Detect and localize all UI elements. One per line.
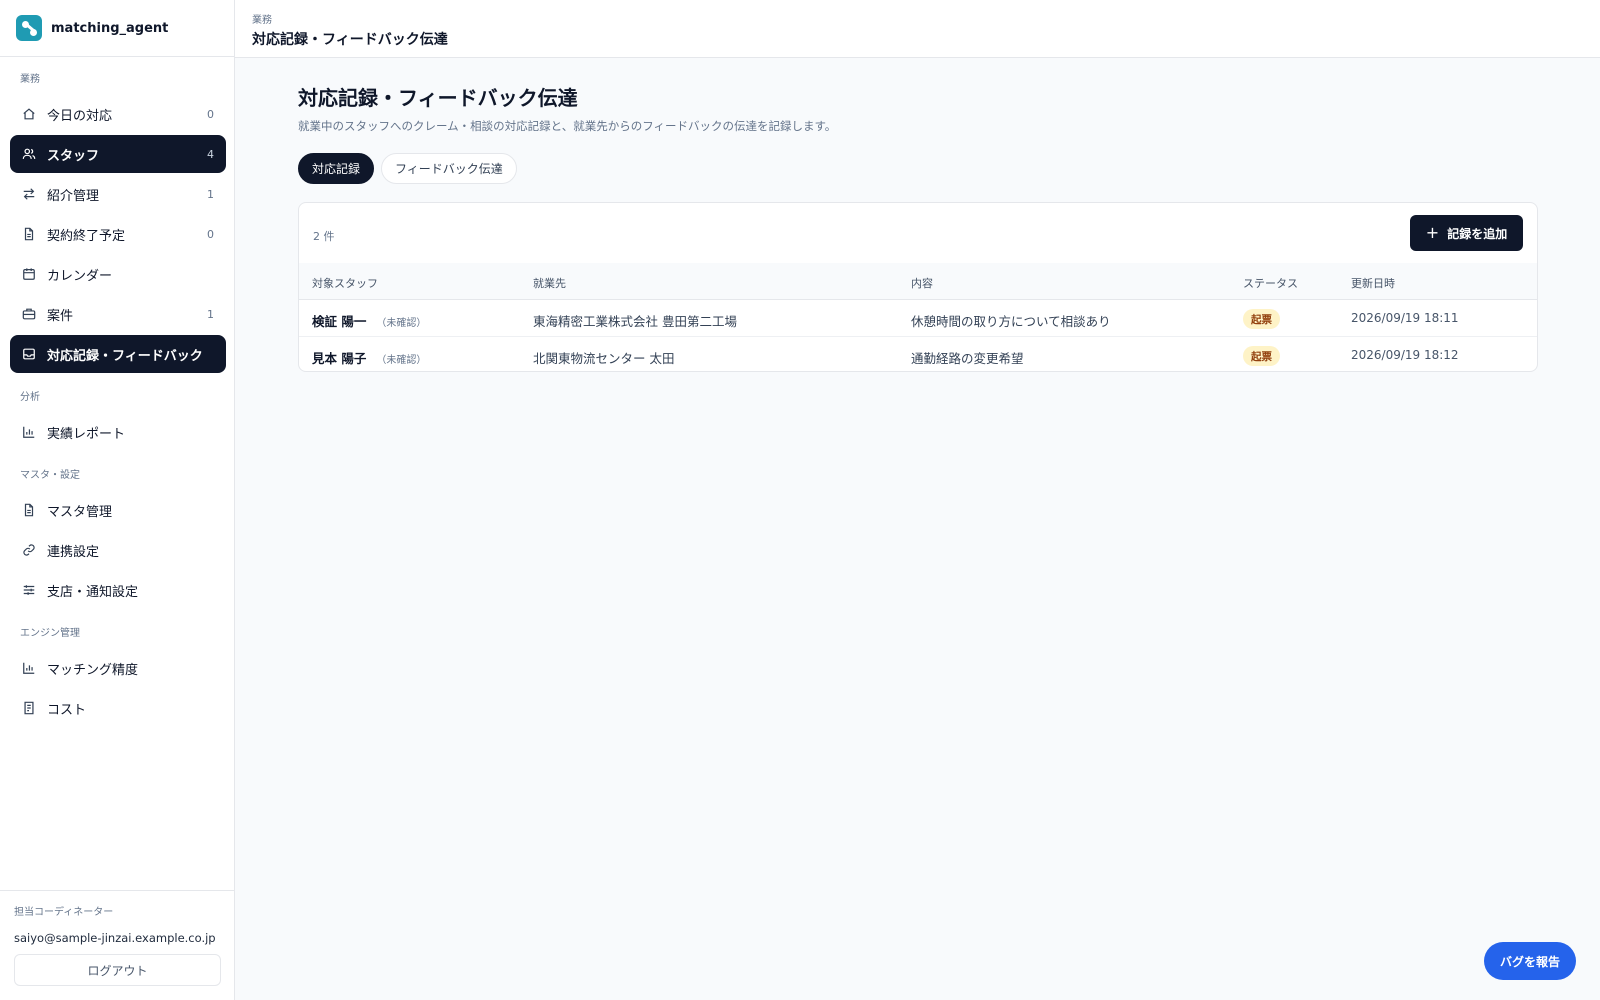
section-label-master: マスタ・設定: [20, 470, 80, 481]
column-header-staff[interactable]: 対象スタッフ: [312, 275, 378, 291]
section-label-engine: エンジン管理: [20, 628, 80, 639]
workplace-cell: 東海精密工業株式会社 豊田第二工場: [533, 314, 737, 329]
sidebar-item-label: 連携設定: [47, 544, 100, 560]
section-label-work: 業務: [20, 74, 40, 85]
staff-cell: 見本 陽子 （未確認）: [312, 348, 426, 367]
column-header-updated[interactable]: 更新日時: [1351, 275, 1395, 291]
sidebar-item-staff[interactable]: スタッフ 4: [10, 135, 226, 173]
logout-button[interactable]: ログアウト: [14, 954, 221, 986]
records-card: 2 件 + 記録を追加 対象スタッフ 就業先 内容 ステータス 更新日時 検証 …: [298, 202, 1538, 372]
coordinator-label: 担当コーディネーター: [14, 907, 114, 918]
sidebar-item-today[interactable]: 今日の対応 0: [10, 95, 226, 133]
document-icon: [22, 227, 36, 241]
inbox-icon: [22, 347, 36, 361]
workplace-cell: 北関東物流センター 太田: [533, 351, 675, 366]
sidebar-item-integrations[interactable]: 連携設定: [10, 531, 226, 569]
sidebar-item-referrals[interactable]: 紹介管理 1: [10, 175, 226, 213]
page-title: 対応記録・フィードバック伝達: [298, 86, 578, 110]
sidebar-item-count: 0: [207, 107, 214, 121]
staff-cell: 検証 陽一 （未確認）: [312, 311, 426, 330]
breadcrumb[interactable]: 業務: [252, 11, 1600, 26]
receipt-icon: [22, 701, 36, 715]
updated-cell: 2026/09/19 18:11: [1351, 311, 1459, 325]
brand-name: matching_agent: [51, 20, 169, 36]
sidebar-item-calendar[interactable]: カレンダー: [10, 255, 226, 293]
sidebar-item-count: 0: [207, 227, 214, 241]
table-header: 対象スタッフ 就業先 内容 ステータス 更新日時: [299, 263, 1537, 300]
unconfirmed-tag: （未確認）: [376, 355, 427, 366]
sidebar-item-label: 紹介管理: [47, 188, 100, 204]
page-description: 就業中のスタッフへのクレーム・相談の対応記録と、就業先からのフィードバックの伝達…: [298, 119, 837, 133]
sidebar-footer: 担当コーディネーター saiyo@sample-jinzai.example.c…: [0, 890, 235, 1000]
column-header-workplace[interactable]: 就業先: [533, 275, 566, 291]
section-label-analysis: 分析: [20, 392, 40, 403]
sidebar-item-count: 4: [207, 147, 214, 161]
column-header-content[interactable]: 内容: [911, 275, 933, 291]
content-cell: 通勤経路の変更希望: [911, 351, 1024, 366]
status-badge: 起票: [1243, 309, 1280, 329]
plus-icon: +: [1425, 223, 1440, 242]
updated-cell: 2026/09/19 18:12: [1351, 348, 1459, 362]
record-count: 2 件: [313, 230, 335, 243]
column-header-status[interactable]: ステータス: [1243, 275, 1298, 291]
add-record-button[interactable]: + 記録を追加: [1410, 215, 1523, 251]
status-badge: 起票: [1243, 346, 1280, 366]
sidebar-item-count: 1: [207, 307, 214, 321]
table-row[interactable]: 検証 陽一 （未確認） 東海精密工業株式会社 豊田第二工場 休憩時間の取り方につい…: [299, 300, 1537, 337]
home-icon: [22, 107, 36, 121]
sidebar-item-label: カレンダー: [47, 268, 113, 284]
link-icon: [22, 543, 36, 557]
sidebar-item-label: 案件: [47, 308, 74, 324]
sidebar-item-records-feedback[interactable]: 対応記録・フィードバック: [10, 335, 226, 373]
sidebar-item-label: 今日の対応: [47, 108, 113, 124]
sidebar-item-master[interactable]: マスタ管理: [10, 491, 226, 529]
bar-chart-icon: [22, 661, 36, 675]
staff-name: 見本 陽子: [312, 351, 367, 366]
sidebar-item-label: 契約終了予定: [47, 228, 126, 244]
brand[interactable]: matching_agent: [0, 0, 234, 57]
calendar-icon: [22, 267, 36, 281]
add-record-label: 記録を追加: [1447, 226, 1508, 241]
arrows-exchange-icon: [22, 187, 36, 201]
report-bug-button[interactable]: バグを報告: [1484, 942, 1576, 980]
user-email: saiyo@sample-jinzai.example.co.jp: [14, 931, 216, 945]
sidebar-item-branch-notify[interactable]: 支店・通知設定: [10, 571, 226, 609]
header-title: 対応記録・フィードバック伝達: [252, 32, 448, 48]
sidebar-item-label: 支店・通知設定: [47, 584, 139, 600]
app-logo-icon: [16, 15, 42, 41]
table-row[interactable]: 見本 陽子 （未確認） 北関東物流センター 太田 通勤経路の変更希望 起票 202…: [299, 337, 1537, 374]
sidebar-item-matching-accuracy[interactable]: マッチング精度: [10, 649, 226, 687]
bar-chart-icon: [22, 425, 36, 439]
tab-feedback[interactable]: フィードバック伝達: [381, 153, 517, 184]
staff-name: 検証 陽一: [312, 314, 367, 329]
unconfirmed-tag: （未確認）: [376, 318, 427, 329]
sidebar-item-label: スタッフ: [47, 148, 100, 164]
sidebar-item-label: 対応記録・フィードバック: [47, 348, 203, 364]
sidebar: matching_agent 業務 今日の対応 0 スタッフ 4 紹介管理 1 …: [0, 0, 235, 1000]
sidebar-item-label: マッチング精度: [47, 662, 139, 678]
briefcase-icon: [22, 307, 36, 321]
sidebar-item-contract-end[interactable]: 契約終了予定 0: [10, 215, 226, 253]
sidebar-item-performance-report[interactable]: 実績レポート: [10, 413, 226, 451]
sidebar-item-count: 1: [207, 187, 214, 201]
top-header: 業務 対応記録・フィードバック伝達: [235, 0, 1600, 58]
tabs: 対応記録 フィードバック伝達: [298, 153, 517, 184]
tab-records[interactable]: 対応記録: [298, 153, 375, 184]
users-icon: [22, 147, 36, 161]
sidebar-item-label: コスト: [47, 702, 87, 718]
content-cell: 休憩時間の取り方について相談あり: [911, 314, 1111, 329]
sidebar-item-label: マスタ管理: [47, 504, 113, 520]
document-icon: [22, 503, 36, 517]
sidebar-item-cost[interactable]: コスト: [10, 689, 226, 727]
sidebar-item-jobs[interactable]: 案件 1: [10, 295, 226, 333]
sidebar-item-label: 実績レポート: [47, 426, 126, 442]
sliders-icon: [22, 583, 36, 597]
